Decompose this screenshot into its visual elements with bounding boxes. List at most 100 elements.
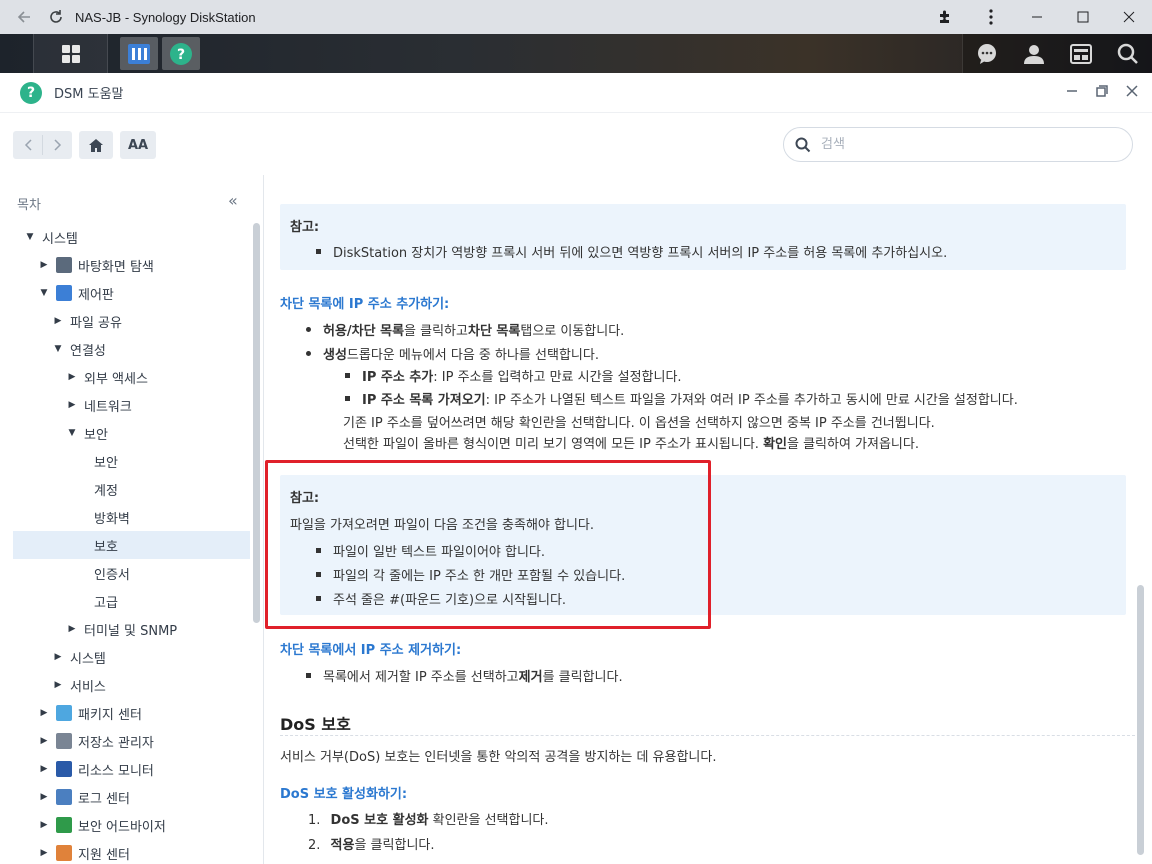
- sidebar-item[interactable]: ▼ 연결성: [0, 335, 252, 363]
- chevron-down-icon[interactable]: ▼: [24, 232, 36, 242]
- list-item: IP 주소 목록 가져오기: IP 주소가 나열된 텍스트 파일을 가져와 여러…: [345, 389, 1018, 408]
- chevron-right-icon: [53, 139, 61, 151]
- sidebar-item[interactable]: 인증서: [0, 559, 252, 587]
- help-toolbar: AA: [0, 113, 1152, 175]
- sidebar-item-label: 보안 어드바이저: [78, 819, 166, 835]
- chevron-right-icon[interactable]: ▶: [52, 652, 64, 662]
- sidebar-item[interactable]: ▶ 보안 어드바이저: [0, 811, 252, 839]
- chevron-right-icon[interactable]: ▶: [66, 400, 78, 410]
- sidebar-item-label: 시스템: [70, 651, 106, 667]
- restore-icon[interactable]: [1096, 85, 1108, 101]
- sidebar-item[interactable]: ▶ 파일 공유: [0, 307, 252, 335]
- chevron-right-icon[interactable]: ▶: [38, 260, 50, 270]
- chevron-right-icon[interactable]: ▶: [52, 680, 64, 690]
- sidebar-item[interactable]: 고급: [0, 587, 252, 615]
- sidebar-item[interactable]: ▶ 서비스: [0, 671, 252, 699]
- search-icon: [795, 137, 811, 152]
- collapse-sidebar-button[interactable]: «: [228, 191, 238, 210]
- minimize-icon[interactable]: [1066, 85, 1078, 101]
- chevron-right-icon[interactable]: ▶: [66, 372, 78, 382]
- extensions-icon[interactable]: [922, 0, 968, 34]
- search-input[interactable]: [821, 137, 1101, 152]
- sidebar-item-label: 보안: [84, 427, 108, 443]
- sidebar-item[interactable]: ▼ 시스템: [0, 223, 252, 251]
- toc-tree: ▼ 시스템 ▶ 바탕화면 탐색 ▼ 제어판 ▶ 파일 공유 ▼ 연결성 ▶ 외부 액세스 ▶ 네트워크 ▼ 보…: [0, 223, 252, 864]
- body-text: 서비스 거부(DoS) 보호는 인터넷을 통한 악의적 공격을 방지하는 데 유…: [280, 750, 717, 765]
- list-item: 2. 적용을 클릭합니다.: [308, 838, 435, 853]
- sidebar-item-label: 제어판: [78, 287, 114, 303]
- sidebar-item[interactable]: ▶ 외부 액세스: [0, 363, 252, 391]
- help-logo-icon: ?: [20, 81, 42, 104]
- sidebar-scrollbar[interactable]: [253, 223, 260, 623]
- chevron-down-icon[interactable]: ▼: [38, 288, 50, 298]
- sidebar-item[interactable]: 보호: [13, 531, 250, 559]
- home-button[interactable]: [79, 131, 113, 159]
- close-window-icon[interactable]: [1106, 0, 1152, 34]
- control-panel-task[interactable]: [120, 37, 158, 70]
- sidebar-item[interactable]: ▶ 네트워크: [0, 391, 252, 419]
- user-icon[interactable]: [1021, 41, 1047, 67]
- sidebar-item[interactable]: ▼ 제어판: [0, 279, 252, 307]
- sidebar-item[interactable]: 방화벽: [0, 503, 252, 531]
- arrow-left-icon[interactable]: [11, 4, 37, 30]
- sidebar-item[interactable]: ▶ 리소스 모니터: [0, 755, 252, 783]
- main-menu-button[interactable]: [33, 34, 108, 73]
- browser-title-bar: NAS-JB - Synology DiskStation: [0, 0, 1152, 34]
- sidebar-item[interactable]: ▶ 저장소 관리자: [0, 727, 252, 755]
- sidebar-item-label: 고급: [94, 595, 118, 611]
- maximize-window-icon[interactable]: [1060, 0, 1106, 34]
- sidebar-item[interactable]: 계정: [0, 475, 252, 503]
- sidebar-item-label: 보안: [94, 455, 118, 471]
- sidebar-item[interactable]: ▶ 바탕화면 탐색: [0, 251, 252, 279]
- list-item: 허용/차단 목록 을 클릭하고 차단 목록 탭으로 이동합니다.: [306, 320, 624, 339]
- widgets-icon[interactable]: [1068, 41, 1094, 67]
- menu-dots-icon[interactable]: [968, 0, 1014, 34]
- sidebar-item-label: 저장소 관리자: [78, 735, 154, 751]
- chevron-right-icon[interactable]: ▶: [66, 624, 78, 634]
- forward-button[interactable]: [43, 139, 72, 151]
- note-box: 참고: DiskStation 장치가 역방향 프록시 서버 뒤에 있으면 역방…: [280, 204, 1126, 270]
- sidebar-item[interactable]: ▶ 로그 센터: [0, 783, 252, 811]
- help-icon: ?: [170, 42, 192, 65]
- chevron-right-icon[interactable]: ▶: [38, 792, 50, 802]
- sidebar-item-label: 로그 센터: [78, 791, 130, 807]
- monitor-icon: [56, 761, 72, 777]
- sidebar-item-label: 방화벽: [94, 511, 130, 527]
- chevron-right-icon[interactable]: ▶: [38, 708, 50, 718]
- sidebar-item-label: 리소스 모니터: [78, 763, 154, 779]
- divider: [280, 735, 1140, 736]
- back-button[interactable]: [13, 139, 42, 151]
- sidebar-item[interactable]: ▶ 시스템: [0, 643, 252, 671]
- window-title: DSM 도움말: [54, 87, 124, 102]
- sidebar-item[interactable]: ▶ 패키지 센터: [0, 699, 252, 727]
- search-icon[interactable]: [1115, 41, 1141, 67]
- sidebar-item-label: 계정: [94, 483, 118, 499]
- chevron-right-icon[interactable]: ▶: [38, 848, 50, 858]
- sidebar-item[interactable]: ▶ 지원 센터: [0, 839, 252, 864]
- chevron-down-icon[interactable]: ▼: [52, 344, 64, 354]
- history-nav: [13, 131, 72, 159]
- log-icon: [56, 789, 72, 805]
- font-size-button[interactable]: AA: [120, 131, 156, 159]
- chevron-down-icon[interactable]: ▼: [66, 428, 78, 438]
- sidebar-item[interactable]: ▼ 보안: [0, 419, 252, 447]
- sidebar-item-label: 시스템: [42, 231, 78, 247]
- body-text: 선택한 파일이 올바른 형식이면 미리 보기 영역에 모든 IP 주소가 표시됩…: [343, 437, 919, 452]
- chevron-right-icon[interactable]: ▶: [38, 764, 50, 774]
- chevron-right-icon[interactable]: ▶: [38, 820, 50, 830]
- close-icon[interactable]: [1126, 85, 1138, 101]
- sidebar-item[interactable]: ▶ 터미널 및 SNMP: [0, 615, 252, 643]
- sidebar-item[interactable]: 보안: [0, 447, 252, 475]
- chevron-right-icon[interactable]: ▶: [38, 736, 50, 746]
- chevron-right-icon[interactable]: ▶: [52, 316, 64, 326]
- content-scrollbar[interactable]: [1137, 585, 1144, 855]
- help-task[interactable]: ?: [162, 37, 200, 70]
- minimize-window-icon[interactable]: [1014, 0, 1060, 34]
- advisor-icon: [56, 817, 72, 833]
- list-item: 목록에서 제거할 IP 주소를 선택하고 제거 를 클릭합니다.: [306, 666, 623, 685]
- svg-text:?: ?: [177, 47, 185, 63]
- sidebar-item-label: 연결성: [70, 343, 106, 359]
- chat-icon[interactable]: [974, 41, 1000, 67]
- reload-icon[interactable]: [43, 4, 69, 30]
- sidebar-item-label: 바탕화면 탐색: [78, 259, 154, 275]
